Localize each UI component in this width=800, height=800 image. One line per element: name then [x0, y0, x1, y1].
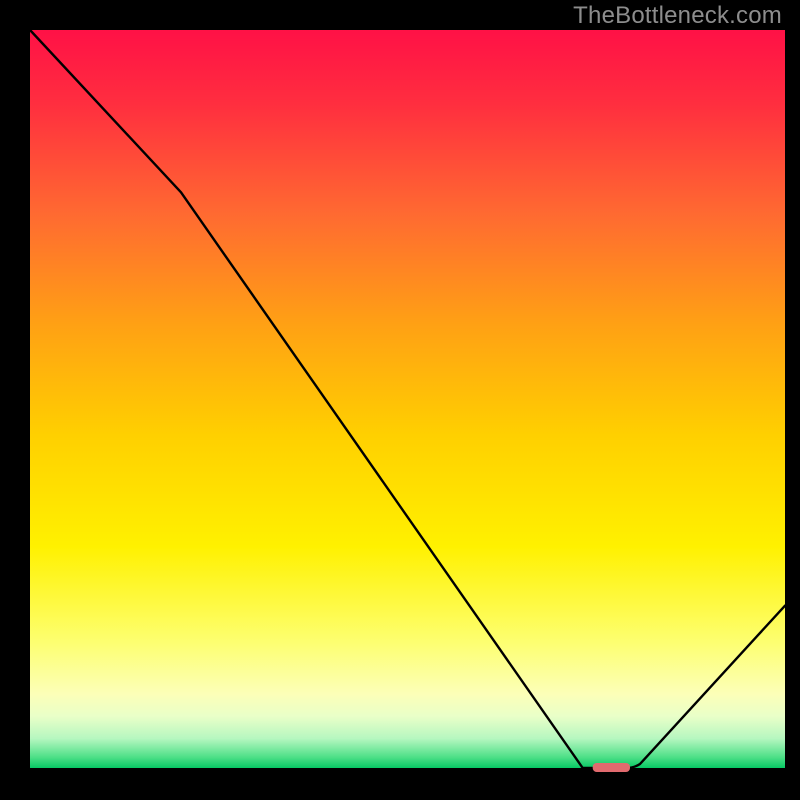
watermark-text: TheBottleneck.com: [573, 2, 782, 30]
chart-container: TheBottleneck.com: [0, 0, 800, 800]
optimal-marker: [593, 763, 630, 772]
plot-background: [30, 30, 785, 768]
bottleneck-chart: [0, 0, 800, 800]
